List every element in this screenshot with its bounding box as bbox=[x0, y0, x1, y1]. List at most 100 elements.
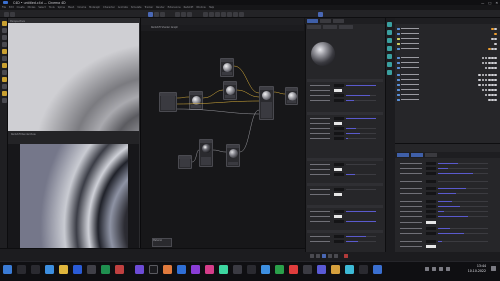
app-dark-icon[interactable] bbox=[247, 265, 256, 274]
app-teal-icon[interactable] bbox=[219, 265, 228, 274]
attr-row-refl-weight[interactable] bbox=[310, 117, 376, 120]
props-tab-basic[interactable] bbox=[397, 153, 409, 157]
edges-mode-icon[interactable] bbox=[1, 35, 7, 40]
menu-mesh[interactable]: Mesh bbox=[68, 6, 74, 9]
output-node[interactable] bbox=[285, 87, 298, 105]
menu-tools[interactable]: Tools bbox=[49, 6, 55, 9]
tab-sheen[interactable] bbox=[323, 25, 337, 29]
render-view-icon[interactable] bbox=[175, 11, 180, 17]
prop-row-8[interactable] bbox=[400, 205, 488, 208]
object-row-null[interactable] bbox=[397, 27, 497, 31]
volume-icon[interactable] bbox=[439, 267, 443, 271]
object-row-mesh-d[interactable] bbox=[397, 73, 497, 77]
app-cyan-icon[interactable] bbox=[345, 265, 354, 274]
node-editor[interactable] bbox=[140, 18, 305, 261]
workplane-icon[interactable] bbox=[1, 63, 7, 68]
tab-base[interactable] bbox=[320, 19, 331, 23]
light-icon[interactable] bbox=[239, 11, 244, 17]
spline-icon[interactable] bbox=[209, 11, 214, 17]
polygons-mode-icon[interactable] bbox=[1, 42, 7, 47]
layout-icon[interactable] bbox=[318, 11, 323, 17]
render-view-image[interactable] bbox=[20, 144, 128, 248]
mail-icon[interactable] bbox=[73, 265, 82, 274]
attr-row-coat-color[interactable] bbox=[310, 193, 342, 196]
texture-mode-icon[interactable] bbox=[1, 84, 7, 89]
store-icon[interactable] bbox=[87, 265, 96, 274]
app-orange-icon[interactable] bbox=[163, 265, 172, 274]
app-dark2-icon[interactable] bbox=[359, 265, 368, 274]
cube-icon[interactable] bbox=[203, 11, 208, 17]
attr-row-bump[interactable] bbox=[310, 235, 376, 238]
app-yellow-icon[interactable] bbox=[331, 265, 340, 274]
attr-row-displacement[interactable] bbox=[310, 240, 376, 243]
attr-row-emission-color[interactable] bbox=[310, 215, 342, 218]
prop-row-9[interactable] bbox=[400, 210, 488, 213]
cinema4d-taskbar-icon[interactable] bbox=[149, 265, 158, 274]
discord-icon[interactable] bbox=[317, 265, 326, 274]
attr-row-refl-color[interactable] bbox=[310, 122, 342, 125]
next-frame-icon[interactable] bbox=[328, 254, 332, 258]
object-row-mesh-h[interactable] bbox=[397, 93, 497, 97]
attr-row-coat-weight[interactable] bbox=[310, 188, 376, 191]
coordinates-icon[interactable] bbox=[387, 62, 392, 67]
menu-extensions[interactable]: Extensions bbox=[168, 6, 181, 9]
menu-volume[interactable]: Volume bbox=[77, 6, 86, 9]
app-pink-icon[interactable] bbox=[205, 265, 214, 274]
object-row-light[interactable] bbox=[397, 37, 497, 41]
attr-row-metalness[interactable] bbox=[310, 94, 376, 97]
takes-icon[interactable] bbox=[387, 30, 392, 35]
tab-reflection[interactable] bbox=[333, 19, 344, 23]
menu-file[interactable]: File bbox=[2, 6, 6, 9]
menu-mograph[interactable]: MoGraph bbox=[89, 6, 100, 9]
content-browser-icon[interactable] bbox=[387, 46, 392, 51]
generator-icon[interactable] bbox=[215, 11, 220, 17]
redo-icon[interactable] bbox=[10, 11, 15, 17]
render-settings-icon[interactable] bbox=[187, 11, 192, 17]
menu-help[interactable]: Help bbox=[209, 6, 214, 9]
windows-start-icon[interactable] bbox=[3, 265, 12, 274]
timeline[interactable] bbox=[0, 248, 305, 261]
points-mode-icon[interactable] bbox=[1, 28, 7, 33]
menu-select[interactable]: Select bbox=[38, 6, 45, 9]
object-row-mesh-i[interactable] bbox=[397, 98, 497, 102]
deformer-icon[interactable] bbox=[221, 11, 226, 17]
menu-modes[interactable]: Modes bbox=[28, 6, 36, 9]
previous-frame-icon[interactable] bbox=[316, 254, 320, 258]
minimize-button[interactable]: — bbox=[481, 1, 484, 5]
snap-icon[interactable] bbox=[1, 56, 7, 61]
render-icon[interactable] bbox=[181, 11, 186, 17]
notification-icon[interactable] bbox=[491, 266, 496, 271]
prop-row-6[interactable] bbox=[400, 192, 488, 195]
prop-row-15[interactable] bbox=[400, 245, 436, 248]
visual-studio-icon[interactable] bbox=[191, 265, 200, 274]
go-to-start-icon[interactable] bbox=[310, 254, 314, 258]
prop-row-1[interactable] bbox=[400, 162, 488, 165]
attr-row-sheen-color[interactable] bbox=[310, 168, 342, 171]
chevron-up-icon[interactable] bbox=[425, 267, 429, 271]
rotate-tool-icon[interactable] bbox=[160, 11, 165, 17]
menu-tracker[interactable]: Tracker bbox=[144, 6, 153, 9]
file-explorer-icon[interactable] bbox=[59, 265, 68, 274]
app-grey2-icon[interactable] bbox=[303, 265, 312, 274]
lock-icon[interactable] bbox=[1, 77, 7, 82]
materials-icon[interactable] bbox=[387, 70, 392, 75]
object-row-mesh-e[interactable] bbox=[397, 78, 497, 82]
tab-preview[interactable] bbox=[307, 25, 321, 29]
play-icon[interactable] bbox=[322, 254, 326, 258]
attr-row-weight[interactable] bbox=[310, 84, 376, 87]
whatsapp-icon[interactable] bbox=[275, 265, 284, 274]
object-row-mesh-f[interactable] bbox=[397, 83, 497, 87]
object-row-group[interactable] bbox=[397, 47, 497, 51]
attr-row-color[interactable] bbox=[310, 89, 342, 92]
prop-row-10[interactable] bbox=[400, 215, 488, 218]
app-red2-icon[interactable] bbox=[289, 265, 298, 274]
app-red-icon[interactable] bbox=[115, 265, 124, 274]
attr-row-sheen-roughness[interactable] bbox=[310, 173, 376, 176]
mix-node[interactable] bbox=[223, 81, 237, 100]
object-row-mesh-g[interactable] bbox=[397, 88, 497, 92]
task-view-icon[interactable] bbox=[31, 265, 40, 274]
object-row-dome[interactable] bbox=[397, 42, 497, 46]
layers-icon[interactable] bbox=[387, 38, 392, 43]
noise-node[interactable] bbox=[199, 139, 213, 167]
language-icon[interactable] bbox=[446, 267, 450, 271]
